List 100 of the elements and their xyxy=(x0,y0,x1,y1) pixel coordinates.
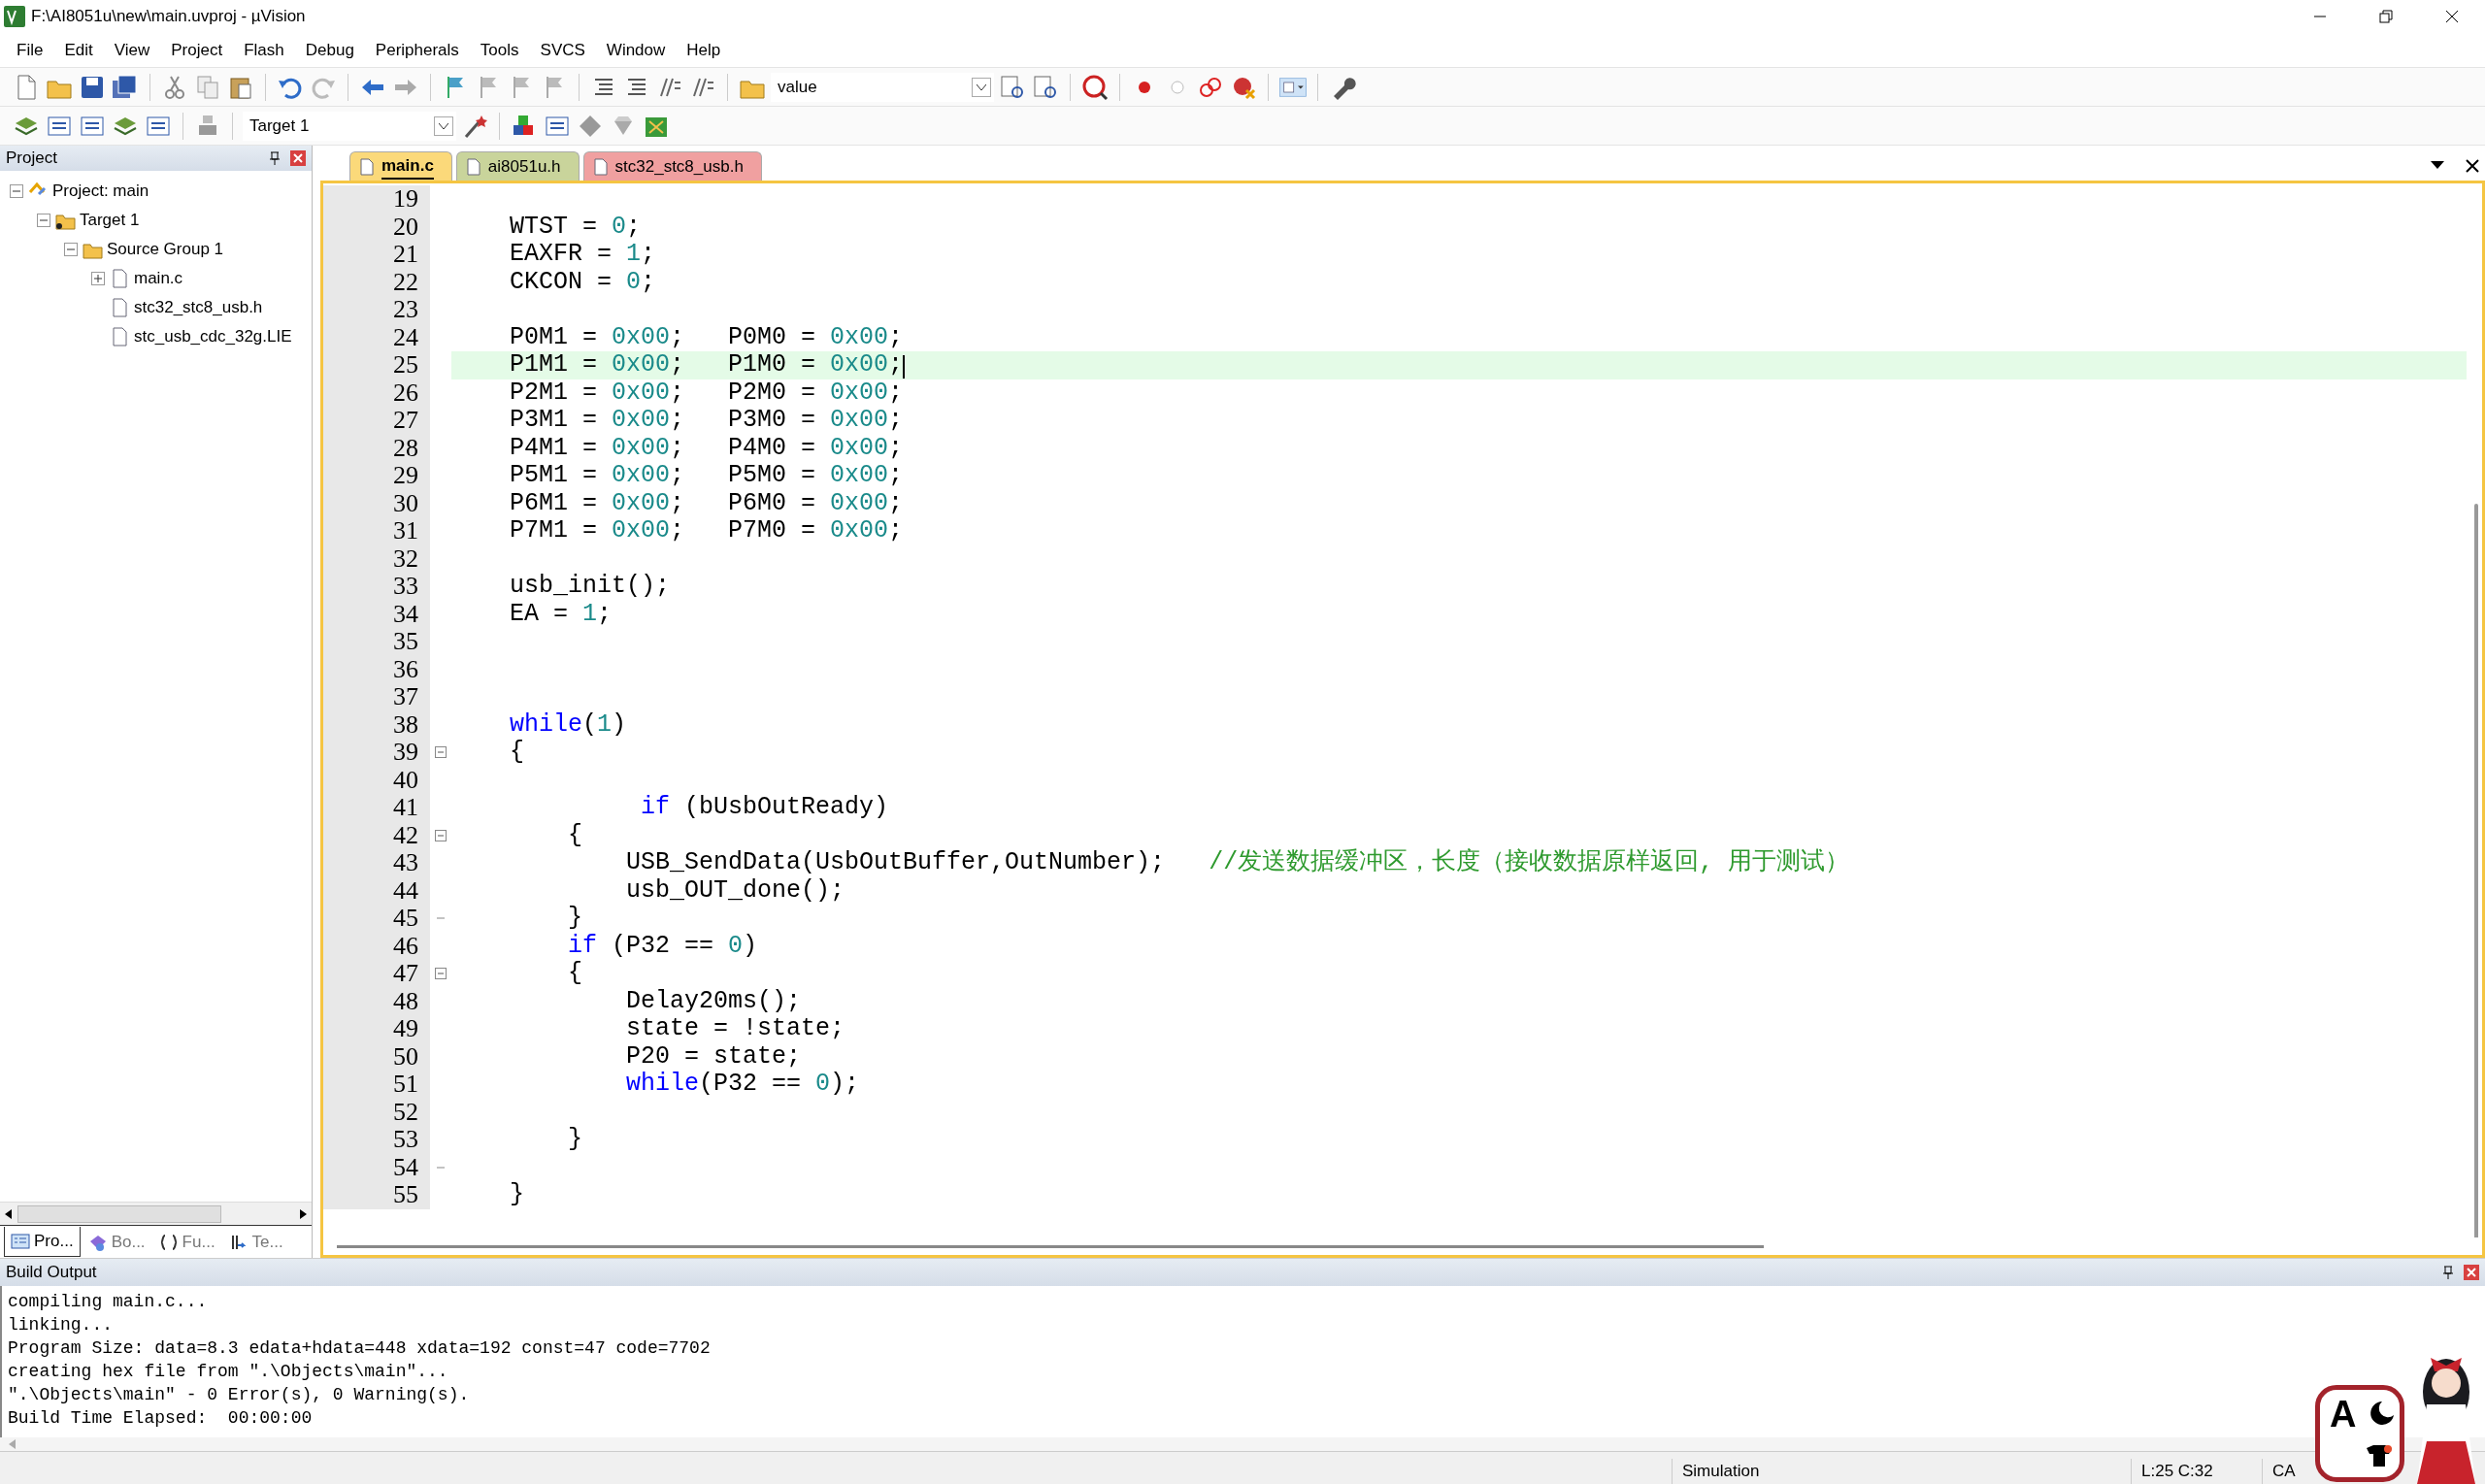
code-line: P4M1 = 0x00; P4M0 = 0x00; xyxy=(509,434,904,462)
code-line: if (P32 == 0) xyxy=(567,932,758,960)
collapse-toggle[interactable] xyxy=(10,184,23,198)
line-number: 54 xyxy=(323,1153,430,1181)
code-line: usb_init(); xyxy=(509,573,671,601)
panel-tab[interactable]: Fu... xyxy=(152,1227,221,1257)
line-number: 26 xyxy=(323,379,430,407)
line-number: 45 xyxy=(323,905,430,933)
code-line: P5M1 = 0x00; P5M0 = 0x00; xyxy=(509,462,904,490)
code-line: state = !state; xyxy=(625,1015,845,1043)
line-number: 22 xyxy=(323,268,430,296)
fold-toggle[interactable] xyxy=(435,746,447,759)
line-number: 46 xyxy=(323,932,430,960)
panel-title: Project xyxy=(6,148,57,170)
menu-item[interactable]: View xyxy=(103,35,161,65)
menu-item[interactable]: SVCS xyxy=(529,35,596,65)
target-field[interactable]: Target 1 xyxy=(243,111,456,141)
close-icon[interactable] xyxy=(2466,159,2479,173)
line-number: 41 xyxy=(323,794,430,822)
input-mode-label: A xyxy=(2330,1396,2357,1433)
line-number: 44 xyxy=(323,876,430,905)
line-number: 31 xyxy=(323,517,430,545)
code-line: P3M1 = 0x00; P3M0 = 0x00; xyxy=(509,407,904,435)
code-line: if (bUsbOutReady) xyxy=(640,794,889,822)
tree-item[interactable]: main.c xyxy=(134,266,183,291)
code-line: usb_OUT_done(); xyxy=(625,876,845,905)
line-number: 28 xyxy=(323,434,430,462)
pin-icon[interactable] xyxy=(269,151,281,165)
menu-item[interactable]: Tools xyxy=(469,35,530,65)
line-number: 36 xyxy=(323,655,430,683)
file-icon xyxy=(593,157,608,176)
code-line: } xyxy=(509,1181,524,1209)
close-icon[interactable] xyxy=(2445,10,2459,23)
menu-item[interactable]: Window xyxy=(595,35,677,65)
code-line: EAXFR = 1; xyxy=(509,241,656,269)
fold-toggle[interactable] xyxy=(435,968,447,980)
panel-tab[interactable]: Te... xyxy=(222,1227,289,1257)
panel-title: Build Output xyxy=(6,1262,97,1284)
code-line: P6M1 = 0x00; P6M0 = 0x00; xyxy=(509,489,904,517)
menu-item[interactable]: Edit xyxy=(53,35,104,65)
output-line: Build Time Elapsed: 00:00:00 xyxy=(8,1407,313,1430)
output-line: linking... xyxy=(8,1314,114,1336)
collapse-toggle[interactable] xyxy=(37,214,50,227)
menu-item[interactable]: Help xyxy=(676,35,732,65)
line-number: 40 xyxy=(323,766,430,794)
scrollbar-thumb[interactable] xyxy=(2474,504,2478,1237)
code-line: USB_SendData(UsbOutBuffer,OutNumber); //发送数据缓冲区，长度（接收数据原样返回, 用于测试） xyxy=(625,849,1850,877)
tree-item[interactable]: stc_usb_cdc_32g.LIE xyxy=(134,324,292,349)
find-field[interactable]: value xyxy=(771,72,994,102)
line-number: 48 xyxy=(323,987,430,1015)
fold-toggle[interactable] xyxy=(435,829,447,841)
menu-item[interactable]: Project xyxy=(160,35,234,65)
code-line: CKCON = 0; xyxy=(509,268,656,296)
file-icon xyxy=(466,157,480,176)
code-line: while(1) xyxy=(509,710,627,739)
tree-item[interactable]: stc32_stc8_usb.h xyxy=(134,295,263,320)
pin-icon[interactable] xyxy=(2442,1266,2454,1279)
line-number: 19 xyxy=(323,185,430,214)
menu-item[interactable]: Peripherals xyxy=(364,35,470,65)
menu-item[interactable]: File xyxy=(6,35,54,65)
line-number: 25 xyxy=(323,351,430,379)
input-method-widget[interactable]: A xyxy=(2315,1385,2404,1482)
file-tab[interactable]: stc32_stc8_usb.h xyxy=(582,151,762,181)
tab-list-icon[interactable] xyxy=(2431,161,2444,171)
file-tab[interactable]: ai8051u.h xyxy=(455,151,580,181)
expand-toggle[interactable] xyxy=(91,272,105,285)
line-number: 43 xyxy=(323,849,430,877)
panel-tab[interactable]: Pro... xyxy=(4,1227,81,1257)
shirt-icon xyxy=(2365,1444,2394,1468)
collapse-toggle[interactable] xyxy=(64,243,78,256)
restore-icon[interactable] xyxy=(2379,10,2393,23)
line-number: 39 xyxy=(323,739,430,767)
code-line: P0M1 = 0x00; P0M0 = 0x00; xyxy=(509,323,904,351)
code-line: { xyxy=(567,960,583,988)
line-number: 32 xyxy=(323,544,430,573)
functions-icon xyxy=(158,1233,179,1251)
line-number: 29 xyxy=(323,462,430,490)
text-cursor xyxy=(903,354,906,379)
line-number: 55 xyxy=(323,1181,430,1209)
output-line: creating hex file from ".\Objects\main"... xyxy=(8,1361,448,1383)
code-line: EA = 1; xyxy=(509,600,613,628)
line-number: 23 xyxy=(323,296,430,324)
line-number: 24 xyxy=(323,323,430,351)
line-number: 21 xyxy=(323,241,430,269)
menu-item[interactable]: Debug xyxy=(294,35,365,65)
tree-item[interactable]: Target 1 xyxy=(80,208,140,233)
tree-item[interactable]: Source Group 1 xyxy=(107,237,223,262)
status-text: CA xyxy=(2272,1461,2296,1483)
scrollbar-thumb[interactable] xyxy=(17,1204,221,1223)
code-line: Delay20ms(); xyxy=(625,987,802,1015)
menu-item[interactable]: Flash xyxy=(233,35,295,65)
project-icon xyxy=(11,1233,30,1250)
file-tab[interactable]: main.c xyxy=(349,151,452,181)
tree-item[interactable]: Project: main xyxy=(52,179,149,204)
output-line: ".\Objects\main" - 0 Error(s), 0 Warning(s). xyxy=(8,1384,470,1406)
code-line: WTST = 0; xyxy=(509,213,642,241)
scrollbar-thumb[interactable] xyxy=(337,1244,1764,1248)
status-text: Simulation xyxy=(1682,1461,1760,1483)
line-number: 51 xyxy=(323,1071,430,1099)
panel-tab[interactable]: Bo... xyxy=(82,1227,151,1257)
